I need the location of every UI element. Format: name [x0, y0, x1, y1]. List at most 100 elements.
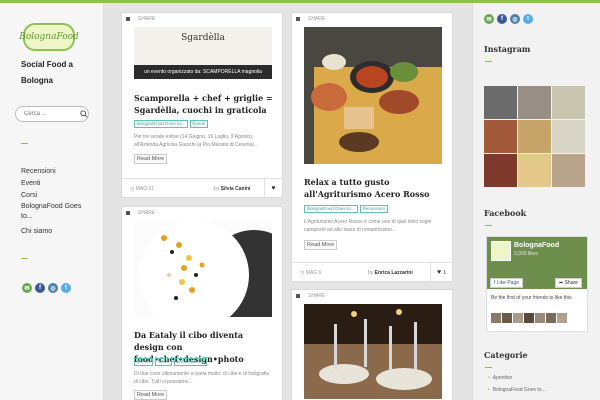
share-label: SHARE: [138, 16, 156, 22]
nav-item-chi-siamo[interactable]: Chi siamo: [21, 226, 91, 238]
search-input[interactable]: [15, 106, 89, 122]
instagram-grid: [484, 86, 586, 187]
post-tags: Eventi News presentazioni: [134, 358, 207, 366]
facebook-like-button[interactable]: f Like Page: [490, 278, 524, 288]
card-share-bar[interactable]: SHARE: [292, 290, 452, 302]
right-sidebar: [472, 3, 600, 400]
social-links-right: ✉ f ◎ t: [484, 14, 533, 24]
facebook-share-button[interactable]: ➦ Share: [555, 278, 582, 288]
card-share-bar[interactable]: SHARE: [122, 207, 282, 219]
site-tagline: Social Food a Bologna: [21, 60, 74, 85]
read-more-button[interactable]: Read More: [134, 390, 168, 400]
post-tags: BolognaFood Goes to... Recensioni: [304, 205, 388, 213]
divider: [21, 143, 28, 144]
card-share-bar[interactable]: SHARE: [122, 13, 282, 25]
site-logo[interactable]: BolognaFood: [19, 23, 79, 51]
instagram-photo[interactable]: [518, 86, 551, 119]
post-image[interactable]: [304, 304, 442, 399]
post-title[interactable]: Relax a tutto gusto all'Agriturismo Acer…: [304, 176, 444, 200]
tag[interactable]: Recensioni: [359, 205, 388, 213]
post-date: ◷ MAG 31: [130, 186, 155, 192]
instagram-icon[interactable]: ◎: [510, 14, 520, 24]
post-image[interactable]: [134, 220, 272, 317]
instagram-photo[interactable]: [518, 120, 551, 153]
divider: [485, 225, 492, 226]
post-card: SHARE Da Eataly il cibo diventa design c…: [121, 206, 283, 400]
share-label: SHARE: [308, 16, 326, 22]
post-excerpt: Per tre serate estive (14 Giugno, 19 Lug…: [134, 134, 259, 148]
plated-dish-image: [139, 220, 272, 317]
tag[interactable]: BolognaFood Goes to...: [304, 205, 358, 213]
post-tags: BolognaFood Goes to... Eventi: [134, 120, 209, 128]
post-author[interactable]: by Enrica Lazzarini: [368, 270, 413, 276]
nav-item-eventi[interactable]: Eventi: [21, 178, 91, 190]
search-icon[interactable]: [80, 110, 88, 118]
divider: [485, 61, 492, 62]
post-image[interactable]: [304, 27, 442, 164]
post-excerpt: Di due cose ultimamente si parla molto: …: [134, 371, 270, 385]
tag[interactable]: Eventi: [134, 358, 153, 366]
avatar: [513, 313, 523, 323]
heart-icon[interactable]: ♥: [264, 179, 282, 198]
instagram-icon[interactable]: ◎: [48, 283, 58, 293]
tag[interactable]: presentazioni: [173, 358, 207, 366]
like-count: 1: [443, 269, 446, 276]
category-item[interactable]: BolognaFood Goes to...: [488, 384, 546, 396]
food-board-image: [304, 27, 442, 164]
share-label: SHARE: [308, 293, 326, 299]
card-footer: ◷ MAG 6 by Enrica Lazzarini ♥ 1: [292, 262, 452, 282]
divider: [21, 258, 28, 259]
share-icon: [126, 17, 130, 21]
avatar: [524, 313, 534, 323]
avatar: [557, 313, 567, 323]
category-item[interactable]: Aperitivo: [488, 372, 546, 384]
instagram-photo[interactable]: [484, 120, 517, 153]
facebook-page-name[interactable]: BolognaFood: [514, 242, 559, 249]
logo-text: BolognaFood: [19, 32, 79, 42]
post-title[interactable]: Scamporella + chef + griglie = Sgardèlla…: [134, 92, 274, 116]
read-more-button[interactable]: Read More: [304, 240, 338, 250]
heart-icon[interactable]: ♥ 1: [430, 263, 452, 282]
facebook-friends-text: Be the first of your friends to like thi…: [491, 295, 572, 301]
categories-list: Aperitivo BolognaFood Goes to...: [488, 372, 546, 396]
email-icon[interactable]: ✉: [484, 14, 494, 24]
instagram-photo[interactable]: [552, 120, 585, 153]
avatar: [491, 313, 501, 323]
tag[interactable]: BolognaFood Goes to...: [134, 120, 188, 128]
nav-item-goes-to[interactable]: BolognaFood Goes to...: [21, 202, 91, 222]
tag[interactable]: Eventi: [189, 120, 209, 128]
instagram-photo[interactable]: [484, 154, 517, 187]
post-author[interactable]: by Silvia Canini: [214, 186, 250, 192]
nav-item-recensioni[interactable]: Recensioni: [21, 166, 91, 178]
read-more-button[interactable]: Read More: [134, 154, 168, 164]
post-date: ◷ MAG 6: [300, 270, 322, 276]
divider: [485, 367, 492, 368]
avatar: [535, 313, 545, 323]
nav-item-corsi[interactable]: Corsi: [21, 190, 91, 202]
avatar: [502, 313, 512, 323]
post-card: SHARE: [291, 289, 453, 400]
main-nav: Recensioni Eventi Corsi BolognaFood Goes…: [21, 166, 91, 238]
facebook-icon[interactable]: f: [35, 283, 45, 293]
twitter-icon[interactable]: t: [61, 283, 71, 293]
facebook-friend-avatars: [491, 313, 567, 323]
facebook-widget: BolognaFood 3,900 likes f Like Page ➦ Sh…: [486, 236, 588, 332]
twitter-icon[interactable]: t: [523, 14, 533, 24]
card-share-bar[interactable]: SHARE: [292, 13, 452, 25]
card-footer: ◷ MAG 31 by Silvia Canini ♥: [122, 178, 282, 198]
instagram-photo[interactable]: [518, 154, 551, 187]
post-image[interactable]: Sgardèlla un evento organizzato da: SCAM…: [134, 27, 272, 79]
facebook-icon[interactable]: f: [497, 14, 507, 24]
email-icon[interactable]: ✉: [22, 283, 32, 293]
share-icon: [126, 211, 130, 215]
instagram-photo[interactable]: [552, 154, 585, 187]
facebook-heading: Facebook: [484, 208, 527, 218]
share-icon: [296, 17, 300, 21]
tag[interactable]: News: [154, 358, 172, 366]
instagram-photo[interactable]: [484, 86, 517, 119]
share-icon: [296, 294, 300, 298]
share-label: SHARE: [138, 210, 156, 216]
instagram-photo[interactable]: [552, 86, 585, 119]
facebook-likes: 3,900 likes: [514, 251, 538, 257]
restaurant-table-image: [304, 304, 442, 399]
